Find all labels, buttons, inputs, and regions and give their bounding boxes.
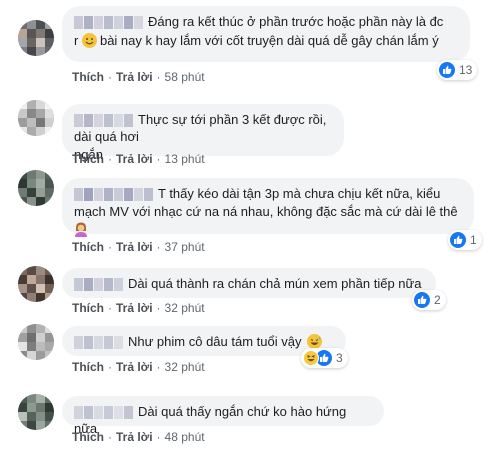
comment-actions: Thích · Trả lời · 58 phút bbox=[72, 70, 205, 84]
like-button[interactable]: Thích bbox=[72, 70, 104, 84]
timestamp[interactable]: 48 phút bbox=[165, 430, 205, 444]
reaction-summary[interactable]: 13 bbox=[437, 60, 478, 80]
separator: · bbox=[108, 240, 112, 254]
woman-gesturing-emoji-icon bbox=[74, 222, 88, 237]
blurred-author-name[interactable] bbox=[74, 114, 134, 128]
timestamp[interactable]: 37 phút bbox=[165, 240, 205, 254]
smile-emoji-icon bbox=[81, 33, 97, 48]
reaction-count: 1 bbox=[470, 233, 477, 247]
blurred-author-name[interactable] bbox=[74, 188, 154, 202]
timestamp[interactable]: 32 phút bbox=[165, 360, 205, 374]
comment-actions: Thích · Trả lời · 32 phút bbox=[72, 360, 205, 374]
like-button[interactable]: Thích bbox=[72, 430, 104, 444]
separator: · bbox=[156, 301, 161, 315]
separator: · bbox=[108, 152, 112, 166]
comment-actions: Thích · Trả lời · 48 phút bbox=[72, 430, 205, 444]
comment-text: Như phim cô dâu tám tuổi vậy bbox=[128, 334, 302, 349]
like-icon bbox=[414, 292, 430, 308]
like-button[interactable]: Thích bbox=[72, 360, 104, 374]
blurred-author-name[interactable] bbox=[74, 16, 144, 30]
comment-text: T thấy kéo dài tận 3p mà chưa chịu kết n… bbox=[158, 186, 441, 201]
comment-bubble: Đáng ra kết thúc ở phần trước hoặc phần … bbox=[62, 6, 470, 62]
reply-button[interactable]: Trả lời bbox=[116, 240, 153, 254]
separator: · bbox=[156, 152, 161, 166]
reaction-count: 3 bbox=[336, 351, 343, 365]
haha-icon bbox=[303, 350, 319, 366]
reply-button[interactable]: Trả lời bbox=[116, 152, 153, 166]
like-icon bbox=[439, 62, 455, 78]
comment-bubble: Dài quá thành ra chán chả mún xem phần t… bbox=[62, 268, 436, 298]
comment-bubble: T thấy kéo dài tận 3p mà chưa chịu kết n… bbox=[62, 178, 474, 237]
blurred-author-name[interactable] bbox=[74, 278, 124, 292]
reaction-summary[interactable]: 2 bbox=[412, 290, 446, 310]
comment-bubble: Thực sự tới phần 3 kết được rồi, dài quá… bbox=[62, 104, 344, 162]
separator: · bbox=[108, 70, 112, 84]
avatar[interactable] bbox=[18, 170, 54, 206]
blurred-author-name[interactable] bbox=[74, 336, 124, 350]
comment-actions: Thích · Trả lời · 32 phút bbox=[72, 301, 205, 315]
reaction-summary[interactable]: 1 bbox=[448, 230, 482, 250]
avatar[interactable] bbox=[18, 324, 54, 360]
like-button[interactable]: Thích bbox=[72, 240, 104, 254]
reaction-summary[interactable]: 3 bbox=[301, 348, 348, 368]
reply-button[interactable]: Trả lời bbox=[116, 70, 153, 84]
grinning-sweat-emoji-icon bbox=[307, 334, 323, 349]
like-icon bbox=[450, 232, 466, 248]
avatar[interactable] bbox=[18, 394, 54, 430]
comment-actions: Thích · Trả lời · 37 phút bbox=[72, 240, 205, 254]
comment-text-prefix: r bbox=[74, 33, 79, 48]
like-button[interactable]: Thích bbox=[72, 301, 104, 315]
blurred-author-name[interactable] bbox=[74, 406, 134, 420]
avatar[interactable] bbox=[18, 20, 54, 56]
comment-text: mạch MV với nhạc cứ na ná nhau, không đặ… bbox=[74, 204, 458, 219]
avatar[interactable] bbox=[18, 266, 54, 302]
separator: · bbox=[156, 240, 161, 254]
like-button[interactable]: Thích bbox=[72, 152, 104, 166]
comment-text: bài nay k hay lắm với cốt truyện dài quá… bbox=[99, 33, 439, 48]
reply-button[interactable]: Trả lời bbox=[116, 360, 153, 374]
comment-text: Đáng ra kết thúc ở phần trước hoặc phần … bbox=[148, 14, 444, 29]
reaction-count: 2 bbox=[434, 293, 441, 307]
comment-actions: Thích · Trả lời · 13 phút bbox=[72, 152, 205, 166]
reaction-count: 13 bbox=[459, 63, 473, 77]
separator: · bbox=[156, 360, 161, 374]
timestamp[interactable]: 32 phút bbox=[165, 301, 205, 315]
separator: · bbox=[108, 430, 112, 444]
avatar[interactable] bbox=[18, 100, 54, 136]
separator: · bbox=[156, 430, 161, 444]
comment-bubble: Dài quá thấy ngắn chứ ko hào hứng nữa bbox=[62, 396, 384, 436]
separator: · bbox=[156, 70, 161, 84]
separator: · bbox=[108, 360, 112, 374]
comment-text: Dài quá thành ra chán chả mún xem phần t… bbox=[128, 276, 422, 291]
timestamp[interactable]: 58 phút bbox=[165, 70, 205, 84]
separator: · bbox=[108, 301, 112, 315]
timestamp[interactable]: 13 phút bbox=[165, 152, 205, 166]
reply-button[interactable]: Trả lời bbox=[116, 301, 153, 315]
reply-button[interactable]: Trả lời bbox=[116, 430, 153, 444]
